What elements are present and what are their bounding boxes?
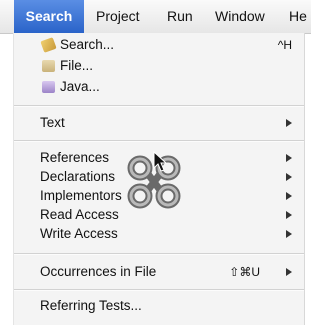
menu-bar: Search Project Run Window He <box>0 0 311 34</box>
submenu-arrow-icon <box>286 211 292 219</box>
shortcut-label: ⇧⌘U <box>229 265 260 279</box>
menu-item-references-label: References <box>40 150 110 165</box>
menu-item-occurrences-label: Occurrences in File <box>40 264 157 279</box>
menu-item-declarations-label: Declarations <box>40 169 116 184</box>
menu-project[interactable]: Project <box>96 0 140 33</box>
menu-item-file-label: File... <box>60 58 94 73</box>
menu-item-write-access[interactable]: Write Access <box>14 224 304 244</box>
search-icon <box>40 37 57 53</box>
submenu-arrow-icon <box>286 119 292 127</box>
menu-item-java-label: Java... <box>60 79 100 94</box>
menu-separator <box>14 140 304 142</box>
menu-item-search[interactable]: Search... ^H <box>14 35 304 55</box>
menu-search[interactable]: Search <box>14 0 84 33</box>
menu-item-java[interactable]: Java... <box>14 77 304 97</box>
submenu-arrow-icon <box>286 154 292 162</box>
shortcut-label: ^H <box>277 38 292 52</box>
menu-item-occurrences-in-file[interactable]: Occurrences in File ⇧⌘U <box>14 262 304 282</box>
busy-cursor-icon <box>127 150 181 209</box>
java-search-icon <box>42 81 55 93</box>
menu-item-referring-tests-label: Referring Tests... <box>40 298 142 313</box>
menu-item-referring-tests[interactable]: Referring Tests... <box>14 296 304 316</box>
menu-item-read-access-label: Read Access <box>40 207 119 222</box>
menu-item-implementors-label: Implementors <box>40 188 122 203</box>
submenu-arrow-icon <box>286 192 292 200</box>
menu-help[interactable]: He <box>289 0 307 33</box>
menu-separator <box>14 253 304 255</box>
menu-item-write-access-label: Write Access <box>40 226 118 241</box>
menu-window[interactable]: Window <box>215 0 265 33</box>
menu-item-search-label: Search... <box>60 37 115 52</box>
menu-item-text-label: Text <box>40 115 65 130</box>
menu-separator <box>14 289 304 291</box>
menu-item-file[interactable]: File... <box>14 56 304 76</box>
menu-item-text[interactable]: Text <box>14 113 304 133</box>
menu-run[interactable]: Run <box>167 0 193 33</box>
submenu-arrow-icon <box>286 230 292 238</box>
submenu-arrow-icon <box>286 268 292 276</box>
submenu-arrow-icon <box>286 173 292 181</box>
menu-separator <box>14 105 304 107</box>
file-search-icon <box>42 60 55 72</box>
